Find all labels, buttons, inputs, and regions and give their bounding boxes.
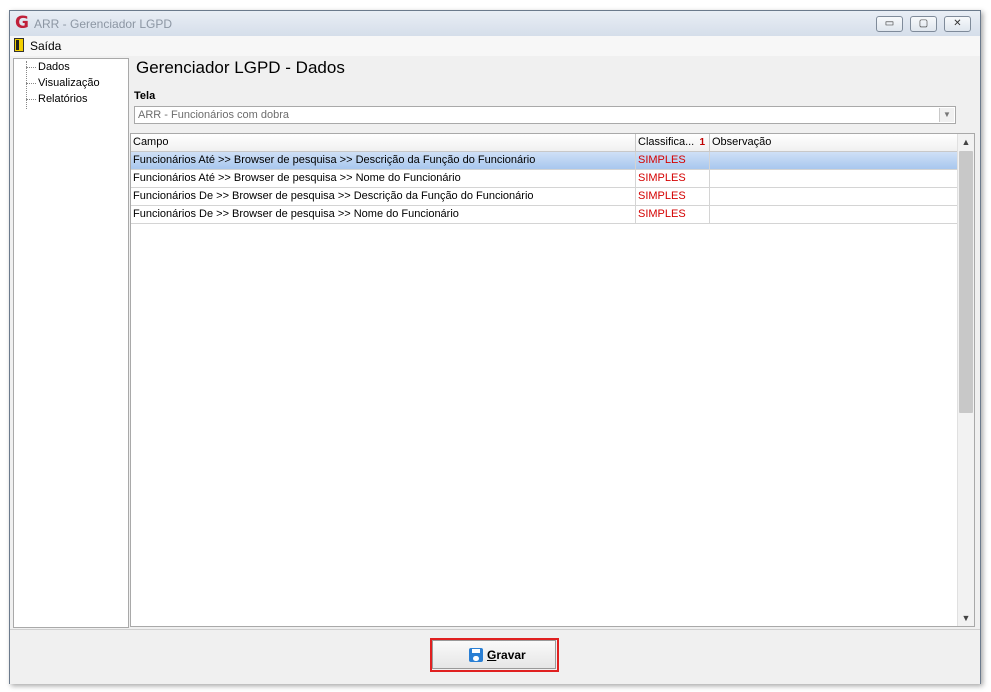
maximize-button[interactable]: ▢ xyxy=(910,16,937,32)
column-header-campo[interactable]: Campo xyxy=(131,134,636,151)
cell-campo[interactable]: Funcionários De >> Browser de pesquisa >… xyxy=(131,188,636,205)
window-title: ARR - Gerenciador LGPD xyxy=(34,17,173,31)
cell-classificacao[interactable]: SIMPLES xyxy=(636,188,710,205)
menu-exit-label: Saída xyxy=(30,39,62,53)
page-title: Gerenciador LGPD - Dados xyxy=(136,58,345,77)
floppy-disk-icon xyxy=(469,648,483,662)
table-row[interactable]: Funcionários De >> Browser de pesquisa >… xyxy=(131,206,958,224)
column-header-label: Classifica... xyxy=(638,136,695,148)
cell-classificacao[interactable]: SIMPLES xyxy=(636,206,710,223)
menu-bar: Saída xyxy=(10,36,980,56)
cell-classificacao[interactable]: SIMPLES xyxy=(636,170,710,187)
tree-connector xyxy=(26,61,27,109)
tela-select[interactable]: ARR - Funcionários com dobra ▼ xyxy=(134,106,956,124)
column-header-classificacao[interactable]: Classifica... 1 xyxy=(636,134,710,151)
save-button[interactable]: Gravar xyxy=(432,640,556,669)
cell-campo[interactable]: Funcionários Até >> Browser de pesquisa … xyxy=(131,152,636,169)
table-row[interactable]: Funcionários De >> Browser de pesquisa >… xyxy=(131,188,958,206)
tree-connector xyxy=(26,67,36,68)
save-label-rest: ravar xyxy=(496,648,526,662)
navigation-tree: Dados Visualização Relatórios xyxy=(13,58,129,628)
cell-campo[interactable]: Funcionários De >> Browser de pesquisa >… xyxy=(131,206,636,223)
app-logo-icon: G xyxy=(15,13,29,33)
title-bar[interactable]: G ARR - Gerenciador LGPD ▭ ▢ ✕ xyxy=(10,11,980,36)
sort-indicator-icon: 1 xyxy=(699,137,705,148)
nav-item-visualizacao[interactable]: Visualização xyxy=(38,77,100,89)
exit-door-icon xyxy=(14,38,24,52)
scroll-down-icon[interactable]: ▼ xyxy=(958,610,974,626)
minimize-icon: ▭ xyxy=(884,18,895,29)
cell-observacao[interactable] xyxy=(710,206,958,223)
close-button[interactable]: ✕ xyxy=(944,16,971,32)
tree-connector xyxy=(26,99,36,100)
cell-observacao[interactable] xyxy=(710,170,958,187)
tela-select-value: ARR - Funcionários com dobra xyxy=(138,109,290,121)
table-row[interactable]: Funcionários Até >> Browser de pesquisa … xyxy=(131,170,958,188)
cell-classificacao[interactable]: SIMPLES xyxy=(636,152,710,169)
table-row[interactable]: Funcionários Até >> Browser de pesquisa … xyxy=(131,152,958,170)
save-button-label: Gravar xyxy=(487,648,526,662)
grid-header: Campo Classifica... 1 Observação xyxy=(131,134,958,152)
chevron-down-icon[interactable]: ▼ xyxy=(939,108,954,122)
nav-item-dados[interactable]: Dados xyxy=(38,61,70,73)
column-header-label: Campo xyxy=(133,136,169,148)
nav-item-relatorios[interactable]: Relatórios xyxy=(38,93,88,105)
minimize-button[interactable]: ▭ xyxy=(876,16,903,32)
maximize-icon: ▢ xyxy=(918,18,929,29)
save-accelerator-letter: G xyxy=(487,648,497,662)
vertical-scrollbar[interactable]: ▲ ▼ xyxy=(957,134,974,626)
cell-campo[interactable]: Funcionários Até >> Browser de pesquisa … xyxy=(131,170,636,187)
tela-label: Tela xyxy=(134,90,156,102)
tree-connector xyxy=(26,83,36,84)
close-icon: ✕ xyxy=(953,18,962,29)
cell-observacao[interactable] xyxy=(710,152,958,169)
main-window: G ARR - Gerenciador LGPD ▭ ▢ ✕ Saída Dad… xyxy=(9,10,981,684)
footer-bar: Gravar xyxy=(10,629,980,684)
column-header-observacao[interactable]: Observação xyxy=(710,134,958,151)
column-header-label: Observação xyxy=(712,136,772,148)
cell-observacao[interactable] xyxy=(710,188,958,205)
scroll-up-icon[interactable]: ▲ xyxy=(958,134,974,150)
scrollbar-thumb[interactable] xyxy=(959,151,973,413)
data-grid: Campo Classifica... 1 Observação Funcion… xyxy=(130,133,975,627)
